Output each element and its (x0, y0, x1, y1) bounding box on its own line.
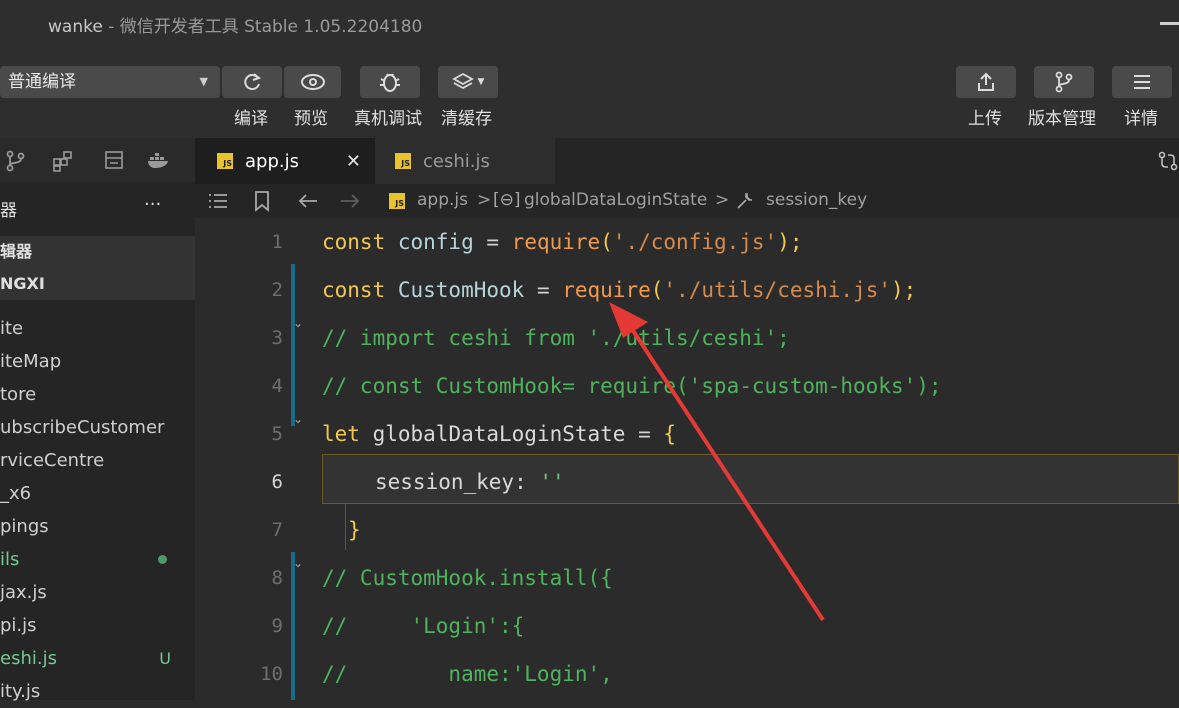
file-tree-item[interactable]: iteMap (0, 345, 195, 378)
breadcrumb-file[interactable]: app.js (417, 190, 468, 210)
breadcrumb-separator: > (715, 190, 730, 210)
code-line-1: 1 const config = require('./config.js'); (271, 230, 803, 254)
title-bar: wanke - 微信开发者工具 Stable 1.05.2204180 (0, 0, 1179, 48)
file-tree-item[interactable]: ity.js (0, 675, 195, 708)
remote-debug-label: 真机调试 (354, 109, 422, 129)
layers-icon (451, 72, 474, 90)
refresh-icon (244, 73, 262, 91)
js-file-icon: JS (395, 153, 411, 169)
compare-changes-icon[interactable] (1157, 150, 1179, 172)
file-tree-item[interactable]: pi.js (0, 609, 195, 642)
details-button[interactable] (1112, 66, 1172, 98)
remote-debug-button[interactable] (360, 66, 420, 98)
editor-group-header[interactable]: 辑器 (0, 236, 195, 268)
tab-app-js[interactable]: JS app.js ✕ (195, 138, 375, 184)
editor-tab-bar: JS app.js ✕ JS ceshi.js (195, 138, 1179, 184)
code-line-5: 5 let globalDataLoginState = { (271, 422, 677, 446)
file-tree-item[interactable]: _x6 (0, 477, 195, 510)
window-edge (1160, 22, 1179, 25)
compile-label: 编译 (234, 109, 268, 129)
js-file-icon: JS (389, 193, 405, 209)
docker-icon[interactable] (146, 150, 172, 170)
code-line-9: 9 // 'Login':{ (271, 614, 525, 638)
bookmark-icon[interactable] (253, 190, 271, 212)
code-line-2: 2 const CustomHook = require('./utils/ce… (271, 278, 917, 302)
menu-icon (1134, 75, 1150, 89)
close-tab-icon[interactable]: ✕ (346, 151, 361, 172)
variable-icon: [⊖] (493, 190, 521, 210)
more-actions-button[interactable]: ··· (144, 194, 161, 215)
list-icon[interactable] (207, 192, 229, 210)
breadcrumb: JS app.js > [⊖] globalDataLoginState > s… (195, 184, 1179, 218)
code-editor[interactable]: 1 const config = require('./config.js');… (195, 218, 1179, 700)
file-tree-item[interactable]: rviceCentre (0, 444, 195, 477)
file-tree-item[interactable]: eshi.js U (0, 642, 195, 675)
modified-dot-badge (158, 555, 167, 564)
outline-icon[interactable] (104, 150, 124, 170)
window-title: wanke - 微信开发者工具 Stable 1.05.2204180 (48, 17, 423, 37)
extensions-icon[interactable] (52, 150, 74, 172)
git-branch-icon[interactable] (6, 150, 26, 172)
file-tree-item[interactable]: ubscribeCustomer (0, 411, 195, 444)
upload-icon (978, 72, 994, 91)
explorer-header: 器 ··· (0, 194, 162, 221)
code-line-3: 3 // import ceshi from './utils/ceshi'; (271, 326, 790, 350)
project-folder-header[interactable]: NGXI (0, 268, 195, 300)
breadcrumb-separator: > (477, 190, 492, 210)
tab-ceshi-js[interactable]: JS ceshi.js (375, 138, 556, 184)
dropdown-caret-icon: ▼ (477, 77, 485, 87)
code-line-4: 4 // const CustomHook= require('spa-cust… (271, 374, 942, 398)
compile-mode-select[interactable]: 普通编译 ▼ (0, 66, 220, 98)
breadcrumb-symbol[interactable]: globalDataLoginState (524, 190, 707, 210)
file-tree-item[interactable]: jax.js (0, 576, 195, 609)
upload-label: 上传 (968, 109, 1002, 129)
file-tree-item[interactable]: tore (0, 378, 195, 411)
version-control-button[interactable] (1034, 66, 1094, 98)
forward-arrow-icon[interactable] (339, 192, 361, 210)
preview-button[interactable] (284, 66, 341, 98)
clear-cache-label: 清缓存 (441, 109, 492, 129)
eye-icon (300, 74, 325, 90)
details-label: 详情 (1124, 109, 1158, 129)
code-line-10: 10 // name:'Login', (260, 662, 613, 686)
js-file-icon: JS (217, 153, 233, 169)
file-tree-item[interactable]: ite (0, 312, 195, 345)
code-line-8: 8 // CustomHook.install({ (271, 566, 613, 590)
upload-button[interactable] (956, 66, 1016, 98)
version-label: 版本管理 (1028, 109, 1096, 129)
breadcrumb-key[interactable]: session_key (766, 190, 867, 210)
untracked-badge: U (159, 649, 171, 668)
preview-label: 预览 (294, 109, 328, 129)
compile-button[interactable] (222, 66, 282, 98)
file-tree-item[interactable]: pings (0, 510, 195, 543)
code-line-6: 6 session_key: '' (271, 470, 565, 494)
dropdown-caret-icon: ▼ (199, 75, 208, 88)
sidebar-icon-bar (0, 138, 195, 182)
clear-cache-button[interactable]: ▼ (438, 66, 498, 98)
wrench-icon (737, 193, 753, 209)
bug-icon (380, 73, 400, 92)
file-tree-item[interactable]: ils (0, 543, 195, 576)
back-arrow-icon[interactable] (297, 192, 319, 210)
branch-icon (1055, 71, 1073, 93)
code-line-7: 7 } (271, 518, 361, 542)
